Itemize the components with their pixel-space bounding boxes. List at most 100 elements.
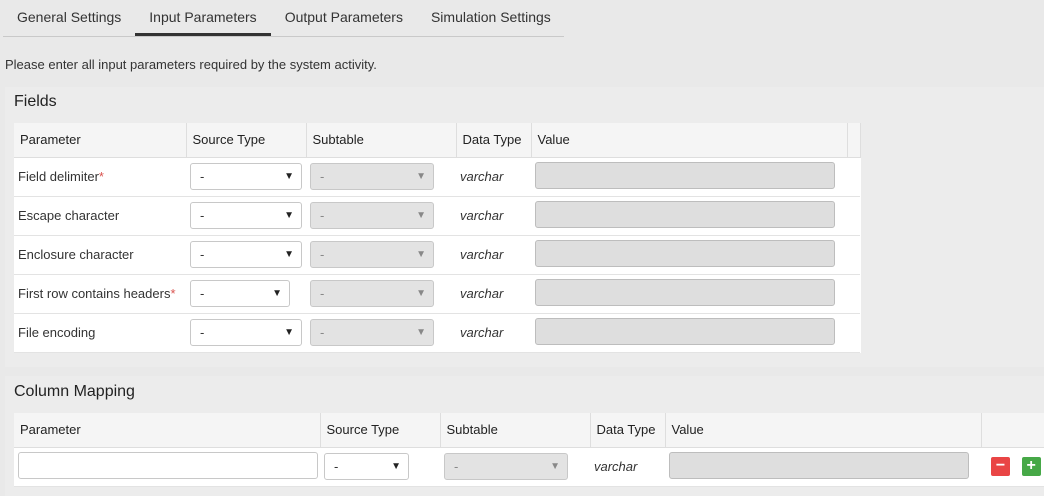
source-type-select[interactable]: - ▼ <box>324 453 409 480</box>
data-type: varchar <box>594 459 638 474</box>
subtable-value: - <box>454 459 459 474</box>
source-type-value: - <box>200 208 205 223</box>
chevron-down-icon: ▼ <box>284 171 294 182</box>
header-source-type: Source Type <box>320 413 441 448</box>
required-marker: * <box>170 286 176 301</box>
chevron-down-icon: ▼ <box>284 210 294 221</box>
chevron-down-icon: ▼ <box>416 171 426 182</box>
param-name: First row contains headers <box>18 286 171 301</box>
source-cell: - ▼ <box>186 313 306 353</box>
value-cell <box>531 157 847 197</box>
parameter-input[interactable] <box>18 451 318 479</box>
param-cell: Escape character <box>14 196 186 236</box>
table-row: File encoding - ▼ - ▼ varchar <box>14 313 860 353</box>
chevron-down-icon: ▼ <box>416 249 426 260</box>
dtype-cell: varchar <box>456 313 531 353</box>
value-field <box>535 200 835 228</box>
table-row: Enclosure character - ▼ - ▼ varchar <box>14 235 860 275</box>
chevron-down-icon: ▼ <box>550 461 560 472</box>
source-cell: - ▼ <box>186 235 306 275</box>
table-row: Escape character - ▼ - ▼ varchar <box>14 196 860 236</box>
param-cell: Field delimiter* <box>14 157 186 197</box>
source-type-select[interactable]: - ▼ <box>190 163 302 190</box>
subtable-cell: - ▼ <box>306 274 456 314</box>
chevron-down-icon: ▼ <box>416 327 426 338</box>
header-value: Value <box>531 123 848 158</box>
param-name: Enclosure character <box>18 247 134 262</box>
source-type-select[interactable]: - ▼ <box>190 202 302 229</box>
header-data-type: Data Type <box>590 413 666 448</box>
value-field <box>535 317 835 345</box>
header-value: Value <box>665 413 982 448</box>
dtype-cell: varchar <box>456 196 531 236</box>
param-cell: Enclosure character <box>14 235 186 275</box>
source-type-value: - <box>200 247 205 262</box>
source-cell: - ▼ <box>186 274 306 314</box>
tab-simulation-settings[interactable]: Simulation Settings <box>417 0 565 36</box>
spacer-cell <box>847 157 860 197</box>
fields-panel: Fields Parameter Source Type Subtable Da… <box>5 87 1044 367</box>
add-row-button[interactable]: + <box>1021 457 1041 476</box>
subtable-cell: - ▼ <box>306 313 456 353</box>
spacer-cell <box>847 274 860 314</box>
remove-row-button[interactable]: − <box>991 457 1010 476</box>
data-type: varchar <box>460 208 504 223</box>
spacer-cell <box>847 313 860 353</box>
actions-cell: − + <box>981 447 1044 487</box>
subtable-select: - ▼ <box>310 241 434 268</box>
subtable-select: - ▼ <box>310 163 434 190</box>
value-cell <box>531 196 847 236</box>
spacer-cell <box>847 196 860 236</box>
column-mapping-panel: Column Mapping Parameter Source Type Sub… <box>5 376 1044 496</box>
required-marker: * <box>98 169 104 184</box>
tab-output-parameters[interactable]: Output Parameters <box>271 0 417 36</box>
table-row: First row contains headers* - ▼ - ▼ varcha… <box>14 274 860 314</box>
data-type: varchar <box>460 325 504 340</box>
tab-input-parameters[interactable]: Input Parameters <box>135 0 271 36</box>
param-cell: First row contains headers* <box>14 274 186 314</box>
subtable-value: - <box>320 247 325 262</box>
chevron-down-icon: ▼ <box>272 288 282 299</box>
fields-title: Fields <box>14 93 57 110</box>
subtable-value: - <box>320 325 325 340</box>
header-subtable: Subtable <box>440 413 591 448</box>
table-row: - ▼ - ▼ varchar − + <box>14 447 1044 487</box>
param-name: Field delimiter <box>18 169 99 184</box>
param-name: File encoding <box>18 325 96 340</box>
data-type: varchar <box>460 286 504 301</box>
source-cell: - ▼ <box>186 196 306 236</box>
value-field <box>669 451 969 479</box>
header-spacer <box>847 123 861 158</box>
param-name: Escape character <box>18 208 120 223</box>
source-cell: - ▼ <box>186 157 306 197</box>
tab-general-settings[interactable]: General Settings <box>3 0 135 36</box>
header-data-type: Data Type <box>456 123 532 158</box>
source-type-value: - <box>200 325 205 340</box>
subtable-select: - ▼ <box>310 280 434 307</box>
subtable-select: - ▼ <box>444 453 568 480</box>
chevron-down-icon: ▼ <box>416 210 426 221</box>
source-type-select[interactable]: - ▼ <box>190 319 302 346</box>
source-type-select[interactable]: - ▼ <box>190 280 290 307</box>
value-field <box>535 161 835 189</box>
value-cell <box>531 274 847 314</box>
subtable-cell: - ▼ <box>440 447 590 487</box>
subtable-value: - <box>320 169 325 184</box>
subtable-value: - <box>320 286 325 301</box>
data-type: varchar <box>460 247 504 262</box>
source-cell: - ▼ <box>320 447 440 487</box>
intro-text: Please enter all input parameters requir… <box>5 57 377 72</box>
subtable-cell: - ▼ <box>306 157 456 197</box>
column-mapping-table: Parameter Source Type Subtable Data Type… <box>14 413 1044 487</box>
chevron-down-icon: ▼ <box>391 461 401 472</box>
data-type: varchar <box>460 169 504 184</box>
source-type-value: - <box>334 459 339 474</box>
header-actions <box>981 413 1044 448</box>
source-type-select[interactable]: - ▼ <box>190 241 302 268</box>
value-cell <box>531 313 847 353</box>
value-field <box>535 239 835 267</box>
header-parameter: Parameter <box>14 413 321 448</box>
chevron-down-icon: ▼ <box>284 327 294 338</box>
tab-bar: General Settings Input Parameters Output… <box>3 0 564 37</box>
header-source-type: Source Type <box>186 123 307 158</box>
